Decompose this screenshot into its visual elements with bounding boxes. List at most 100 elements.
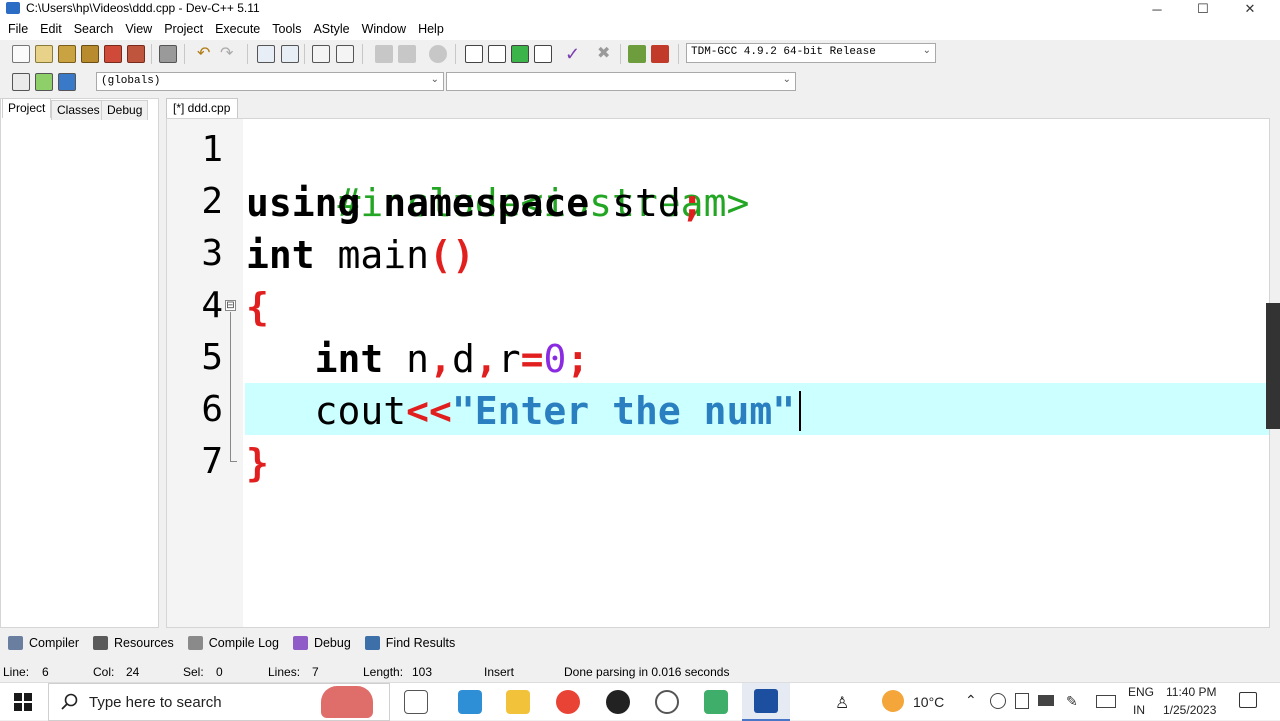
search-placeholder: Type here to search <box>89 694 222 711</box>
windows-taskbar: Type here to search ♙ 10°C ⌃ ✎ ENG IN 11… <box>0 682 1280 721</box>
new-file-icon[interactable] <box>12 45 30 63</box>
close-all-icon[interactable] <box>127 45 145 63</box>
file-explorer-icon[interactable] <box>506 690 530 714</box>
menu-view[interactable]: View <box>119 22 158 36</box>
identifier: n <box>406 337 430 381</box>
minimize-button[interactable]: ─ <box>1134 0 1180 18</box>
input-region[interactable]: IN <box>1133 703 1145 717</box>
compile-run-icon[interactable] <box>511 45 529 63</box>
keyword: using <box>246 181 361 225</box>
syntax-check-icon[interactable]: ✓ <box>565 45 583 63</box>
redo-icon[interactable]: ↷ <box>220 45 238 63</box>
close-file-icon[interactable] <box>104 45 122 63</box>
people-icon[interactable]: ♙ <box>835 693 853 712</box>
file-tab[interactable]: [*] ddd.cpp <box>166 98 238 118</box>
menu-tools[interactable]: Tools <box>266 22 307 36</box>
fold-collapse-icon[interactable]: ⊟ <box>225 300 236 311</box>
code-editor[interactable]: 1 2 3 4 5 6 7 ⊟ #include<iostream> using… <box>166 118 1270 628</box>
menu-project[interactable]: Project <box>158 22 209 36</box>
compiler-select[interactable]: TDM-GCC 4.9.2 64-bit Release ⌄ <box>686 43 936 63</box>
volume-icon[interactable] <box>990 693 1006 709</box>
menu-edit[interactable]: Edit <box>34 22 68 36</box>
menu-file[interactable]: File <box>2 22 34 36</box>
tray-chevron-up-icon[interactable]: ⌃ <box>965 692 977 709</box>
chrome-icon[interactable] <box>556 690 580 714</box>
symbol: { <box>246 285 269 329</box>
code-line-5: int n,d,r=0; <box>246 333 590 385</box>
stop-icon[interactable] <box>429 45 447 63</box>
weather-temperature[interactable]: 10°C <box>913 694 944 710</box>
settings-gear-icon[interactable] <box>655 690 679 714</box>
app-icon-1[interactable] <box>458 690 482 714</box>
compiler-icon <box>8 636 23 650</box>
screen-recorder-widget[interactable] <box>1266 303 1280 429</box>
app-icon-2[interactable] <box>704 690 728 714</box>
tab-debug[interactable]: Debug <box>101 100 149 120</box>
close-button[interactable]: ✕ <box>1227 0 1273 18</box>
status-bar: Line: 6 Col: 24 Sel: 0 Lines: 7 Length: … <box>0 662 1280 682</box>
menu-help[interactable]: Help <box>412 22 450 36</box>
toolbar-divider <box>304 44 305 64</box>
device-icon[interactable] <box>1015 693 1029 709</box>
toggle-bookmark-icon[interactable] <box>35 73 53 91</box>
tab-resources[interactable]: Resources <box>93 636 174 650</box>
goto-back-icon[interactable] <box>375 45 393 63</box>
tab-compiler[interactable]: Compiler <box>8 636 79 650</box>
clock-date[interactable]: 1/25/2023 <box>1163 703 1216 717</box>
save-icon[interactable] <box>58 45 76 63</box>
notifications-icon[interactable] <box>1239 692 1257 708</box>
tab-project[interactable]: Project <box>2 98 52 118</box>
keyboard-icon[interactable] <box>1096 695 1116 708</box>
menu-execute[interactable]: Execute <box>209 22 266 36</box>
tab-compile-log[interactable]: Compile Log <box>187 636 279 650</box>
unindent-icon[interactable] <box>336 45 354 63</box>
delete-icon[interactable]: ✖ <box>597 45 615 63</box>
print-icon[interactable] <box>159 45 177 63</box>
weather-icon[interactable] <box>882 690 904 712</box>
task-view-icon[interactable] <box>404 690 428 714</box>
obs-icon[interactable] <box>606 690 630 714</box>
status-sel-label: Sel: <box>183 665 204 679</box>
compile-icon[interactable] <box>465 45 483 63</box>
maximize-button[interactable]: ☐ <box>1180 0 1226 18</box>
profile-icon[interactable] <box>628 45 646 63</box>
line-number: 7 <box>201 441 223 482</box>
menu-astyle[interactable]: AStyle <box>307 22 355 36</box>
menu-search[interactable]: Search <box>68 22 120 36</box>
input-language[interactable]: ENG <box>1128 685 1154 699</box>
insert-icon[interactable] <box>12 73 30 91</box>
goto-bookmark-icon[interactable] <box>58 73 76 91</box>
debug-check-icon <box>292 636 308 650</box>
undo-icon[interactable]: ↶ <box>197 45 215 63</box>
find-results-icon <box>364 636 380 650</box>
status-lines-label: Lines: <box>268 665 301 679</box>
tab-find-results[interactable]: Find Results <box>364 636 455 650</box>
string-literal: "Enter the num" <box>451 389 796 433</box>
clock-time[interactable]: 11:40 PM <box>1166 685 1216 699</box>
devcpp-taskbar-button[interactable] <box>742 683 790 721</box>
taskbar-search-box[interactable]: Type here to search <box>48 683 390 721</box>
pen-icon[interactable]: ✎ <box>1066 693 1080 709</box>
line-number: 6 <box>201 389 223 430</box>
rebuild-icon[interactable] <box>534 45 552 63</box>
function-select[interactable]: ⌄ <box>446 72 796 91</box>
tab-debug-output[interactable]: Debug <box>292 636 351 650</box>
save-all-icon[interactable] <box>81 45 99 63</box>
fold-guide-line <box>230 312 231 462</box>
menu-window[interactable]: Window <box>356 22 412 36</box>
run-icon[interactable] <box>488 45 506 63</box>
battery-icon[interactable] <box>1038 695 1054 706</box>
scope-select-value: (globals) <box>101 75 161 87</box>
find-icon[interactable] <box>257 45 275 63</box>
open-file-icon[interactable] <box>35 45 53 63</box>
scope-select[interactable]: (globals) ⌄ <box>96 72 444 91</box>
symbol: ; <box>680 181 704 225</box>
indent-icon[interactable] <box>312 45 330 63</box>
debug-icon[interactable] <box>651 45 669 63</box>
windows-start-icon[interactable] <box>14 693 32 711</box>
goto-forward-icon[interactable] <box>398 45 416 63</box>
replace-icon[interactable] <box>281 45 299 63</box>
bottom-panel-tabs: Compiler Resources Compile Log Debug Fin… <box>0 630 1280 656</box>
keyword: int <box>314 337 384 381</box>
tab-classes[interactable]: Classes <box>51 100 106 120</box>
